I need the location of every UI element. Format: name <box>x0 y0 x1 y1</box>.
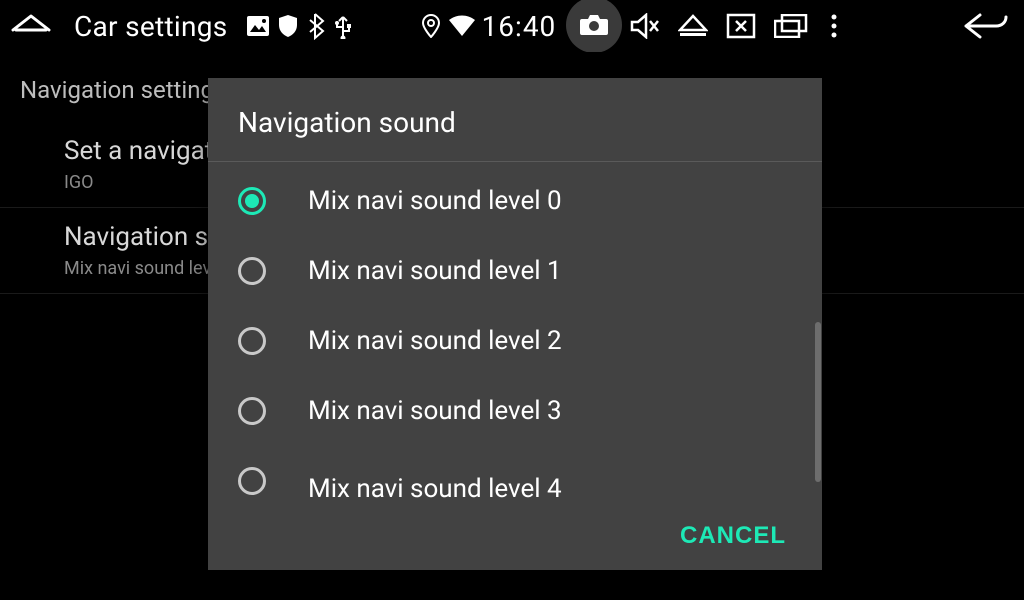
recents-icon[interactable] <box>774 0 808 52</box>
mute-icon[interactable] <box>630 0 660 52</box>
dialog-body: Mix navi sound level 0 Mix navi sound le… <box>208 162 822 503</box>
close-window-icon[interactable] <box>726 0 756 52</box>
radio-icon <box>238 467 266 495</box>
radio-icon <box>238 257 266 285</box>
location-icon <box>422 0 440 52</box>
camera-button[interactable] <box>566 0 622 53</box>
picture-icon <box>246 0 270 52</box>
bluetooth-icon <box>306 0 326 52</box>
clock: 16:40 <box>482 10 557 43</box>
app-title: Car settings <box>74 10 228 43</box>
shield-icon <box>278 0 298 52</box>
dialog-title: Navigation sound <box>208 78 822 162</box>
sound-option-3[interactable]: Mix navi sound level 3 <box>208 376 822 446</box>
radio-icon <box>238 397 266 425</box>
dialog-actions: CANCEL <box>208 503 822 570</box>
option-label: Mix navi sound level 0 <box>308 186 562 216</box>
sound-option-4[interactable]: Mix navi sound level 4 <box>208 446 822 503</box>
option-label: Mix navi sound level 3 <box>308 396 562 426</box>
option-label: Mix navi sound level 1 <box>308 256 562 286</box>
eject-icon[interactable] <box>678 0 708 52</box>
radio-icon <box>238 327 266 355</box>
option-label: Mix navi sound level 4 <box>308 474 562 503</box>
back-icon[interactable] <box>960 0 1008 52</box>
option-label: Mix navi sound level 2 <box>308 326 562 356</box>
sound-option-2[interactable]: Mix navi sound level 2 <box>208 306 822 376</box>
sound-option-0[interactable]: Mix navi sound level 0 <box>208 166 822 236</box>
sound-option-1[interactable]: Mix navi sound level 1 <box>208 236 822 306</box>
usb-icon <box>334 0 352 52</box>
more-icon[interactable] <box>830 0 838 52</box>
scrollbar-thumb[interactable] <box>815 322 821 482</box>
navigation-sound-dialog: Navigation sound Mix navi sound level 0 … <box>208 78 822 570</box>
status-bar: Car settings 16:40 <box>0 0 1024 52</box>
wifi-icon <box>448 0 476 52</box>
radio-icon <box>238 187 266 215</box>
cancel-button[interactable]: CANCEL <box>680 522 786 550</box>
home-icon[interactable] <box>10 0 52 52</box>
